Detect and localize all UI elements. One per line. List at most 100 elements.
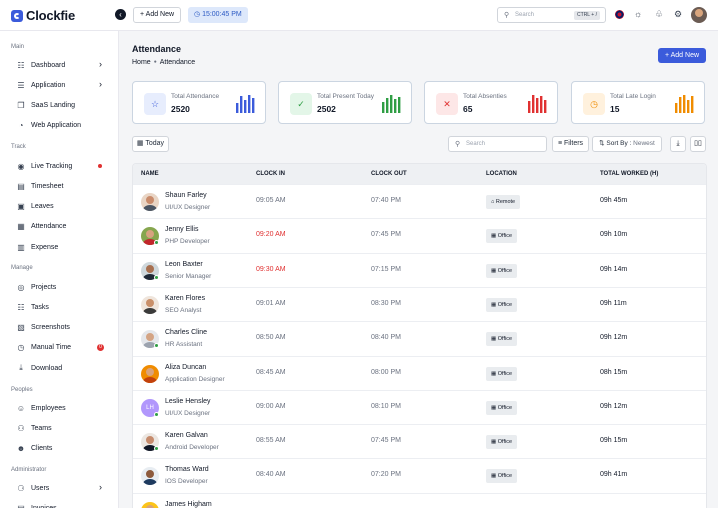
flag-uk-icon[interactable] — [615, 10, 624, 19]
employee-role: Android Developer — [165, 444, 219, 452]
sidebar-item-label: Expense — [31, 243, 59, 251]
bar-chart-icon-bar — [252, 98, 255, 113]
online-status-dot — [154, 446, 159, 452]
sidebar-item-web-application[interactable]: ◔ Web Application — [16, 119, 112, 133]
breadcrumb-home[interactable]: Home — [132, 59, 151, 66]
employee-avatar[interactable] — [141, 364, 159, 383]
location-badge: ▦ Office — [486, 366, 517, 381]
export-download-button[interactable]: ⤓ — [670, 136, 686, 152]
employee-role: SEO Analyst — [165, 306, 202, 314]
sidebar-item-employees[interactable]: ☺ Employees — [16, 401, 112, 415]
location-badge: ▦ Office — [486, 435, 517, 450]
manual-time-icon: ◷ — [17, 343, 25, 353]
sidebar-section-title: Administrator — [11, 467, 47, 473]
table-row[interactable]: Jenny Ellis PHP Developer 09:20 AM 07:45 PM… — [133, 218, 706, 252]
tasks-icon: ☷ — [17, 302, 25, 312]
employee-avatar[interactable] — [141, 295, 159, 314]
employee-name: Charles Cline — [165, 329, 208, 337]
table-row[interactable]: LH Leslie Hensley UI/UX Designer 09:00 AM 08… — [133, 389, 706, 424]
filters-button[interactable]: ≡ Filters — [552, 136, 589, 152]
sidebar-item-label: Clients — [31, 445, 53, 453]
table-search-input[interactable]: ⚲ Search — [448, 136, 547, 152]
building-icon: ▦ — [491, 336, 498, 343]
stat-value: 65 — [463, 104, 473, 114]
bell-icon[interactable]: ♧ — [655, 9, 663, 20]
table-row[interactable]: Aliza Duncan Application Designer 08:45 AM… — [133, 355, 706, 390]
table-row[interactable]: Thomas Ward IOS Developer 08:40 AM 07:20 PM… — [133, 458, 706, 492]
online-status-dot — [154, 343, 159, 349]
stat-card[interactable]: ◷ Total Late Login 15 — [571, 81, 705, 124]
sort-value: Newest — [633, 140, 655, 147]
sidebar-item-clients[interactable]: ☻ Clients — [16, 442, 112, 456]
sidebar-item-tasks[interactable]: ☷ Tasks — [16, 300, 112, 314]
grid-view-button[interactable]: ▯▯ — [690, 136, 706, 152]
sidebar-item-live-tracking[interactable]: ◉ Live Tracking — [16, 159, 112, 173]
table-row[interactable]: Karen Flores SEO Analyst 09:01 AM 08:30 PM ▦… — [133, 286, 706, 321]
stat-card[interactable]: ✓ Total Present Today 2502 — [278, 81, 412, 124]
filter-icon: ≡ — [557, 140, 563, 147]
table-row[interactable]: Charles Cline HR Assistant 08:50 AM 08:40 P… — [133, 321, 706, 355]
col-location[interactable]: LOCATION — [486, 171, 517, 177]
employee-avatar[interactable] — [141, 467, 159, 486]
sidebar-item-users[interactable]: ⚆ Users › — [16, 481, 112, 495]
sidebar-item-screenshots[interactable]: ▧ Screenshots — [16, 321, 112, 335]
bar-chart-icon-bar — [244, 100, 247, 113]
sidebar-item-label: Leaves — [31, 203, 54, 211]
table-row[interactable]: James Higham — [133, 492, 706, 508]
sidebar-item-attendance[interactable]: ▦ Attendance — [16, 220, 112, 234]
add-new-button[interactable]: + Add New — [658, 48, 706, 63]
employee-role: HR Assistant — [165, 341, 203, 349]
table-row[interactable]: Karen Galvan Android Developer 08:55 AM 07:… — [133, 424, 706, 458]
sidebar-section-title: Peoples — [11, 387, 33, 393]
top-add-new-button[interactable]: + Add New — [133, 7, 182, 23]
today-button[interactable]: ▦ Today — [132, 136, 169, 152]
sidebar-item-dashboard[interactable]: ☷ Dashboard › — [16, 58, 112, 72]
table-row[interactable]: Leon Baxter Senior Manager 09:30 AM 07:15 P… — [133, 252, 706, 287]
sort-by-dropdown[interactable]: ⇅ Sort By : Newest — [592, 136, 662, 152]
sidebar-item-projects[interactable]: ◎ Projects — [16, 280, 112, 294]
chevron-right-icon: › — [99, 79, 102, 90]
sidebar-collapse-button[interactable]: ‹ — [115, 9, 126, 20]
col-name[interactable]: NAME — [141, 171, 159, 177]
sidebar-item-timesheet[interactable]: ▤ Timesheet — [16, 179, 112, 193]
sidebar-item-manual-time[interactable]: ◷ Manual Time 0 — [16, 341, 112, 355]
employee-avatar[interactable] — [141, 501, 159, 508]
user-x-icon: ✕ — [443, 99, 451, 109]
gear-icon[interactable]: ⚙ — [674, 9, 682, 20]
sidebar-item-download[interactable]: ⤓ Download — [16, 361, 112, 375]
stat-card[interactable]: ☆ Total Attendance 2520 — [132, 81, 266, 124]
employee-name: Leslie Hensley — [165, 397, 211, 405]
sidebar-item-leaves[interactable]: ▣ Leaves — [16, 200, 112, 214]
sidebar-item-invoices[interactable]: ▤Invoices — [16, 501, 112, 508]
bar-chart-icon-bar — [236, 103, 239, 113]
sidebar-item-label: Tasks — [31, 303, 49, 311]
bar-chart-icon — [382, 95, 401, 113]
chevron-right-icon: › — [99, 59, 102, 69]
employee-role: IOS Developer — [165, 478, 208, 486]
global-search-input[interactable]: ⚲ Search CTRL + / — [497, 7, 606, 23]
avatar-head — [146, 333, 154, 342]
employee-avatar[interactable] — [141, 193, 159, 211]
table-row[interactable]: Shaun Farley UI/UX Designer 09:05 AM 07:40 … — [133, 184, 706, 218]
col-clock-out[interactable]: CLOCK OUT — [371, 171, 407, 177]
col-total-worked[interactable]: TOTAL WORKED (H) — [600, 171, 658, 177]
sidebar-item-application[interactable]: ☰ Application › — [16, 78, 112, 92]
location-label: Remote — [495, 199, 516, 205]
page-title: Attendance — [132, 44, 182, 54]
sidebar-item-saas-landing[interactable]: ❐ SaaS Landing — [16, 99, 112, 113]
search-icon: ⚲ — [504, 12, 510, 19]
total-worked: 09h 11m — [600, 299, 627, 307]
app-logo[interactable]: Clockfie — [11, 8, 75, 23]
sun-icon[interactable]: ☼ — [634, 9, 642, 20]
stat-icon-box: ☆ — [144, 93, 166, 115]
user-avatar[interactable] — [691, 7, 707, 23]
clock-in-time: 09:05 AM — [256, 197, 286, 204]
stat-card[interactable]: ✕ Total Absenties 65 — [424, 81, 558, 124]
apps-icon: ☰ — [17, 80, 25, 90]
sidebar-item-teams[interactable]: ⚇ Teams — [16, 421, 112, 435]
col-clock-in[interactable]: CLOCK IN — [256, 171, 285, 177]
bar-chart-icon-bar — [687, 100, 690, 113]
sidebar-section-title: Main — [11, 44, 25, 50]
total-worked: 09h 12m — [600, 402, 628, 410]
sidebar-item-expense[interactable]: ▥ Expense — [16, 240, 112, 254]
